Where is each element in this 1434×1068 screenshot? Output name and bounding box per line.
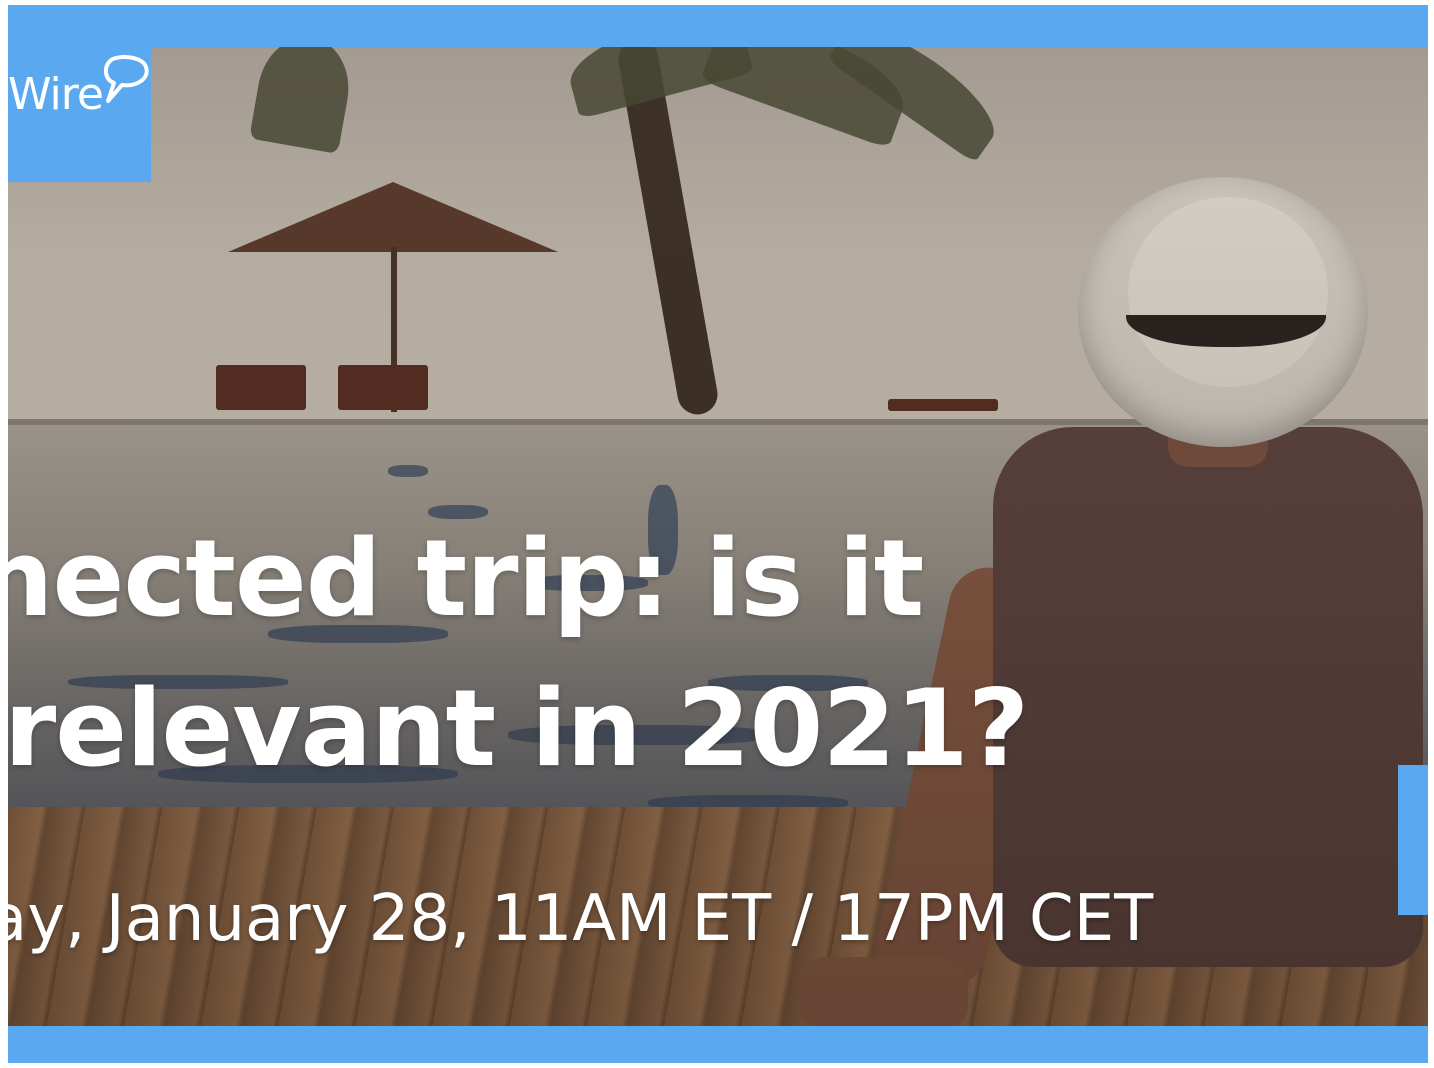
webinar-title-line-1: nected trip: is it (8, 517, 924, 640)
brand-logo[interactable]: Wire (8, 47, 151, 182)
banner-image: nected trip: is it relevant in 2021? ay,… (8, 47, 1428, 1026)
webinar-title-line-2: relevant in 2021? (8, 667, 1029, 790)
event-date-time: ay, January 28, 11AM ET / 17PM CET (8, 882, 1154, 956)
speech-bubble-icon (103, 55, 149, 103)
side-accent-bar (1398, 765, 1428, 915)
logo-wordmark: Wire (8, 69, 104, 120)
